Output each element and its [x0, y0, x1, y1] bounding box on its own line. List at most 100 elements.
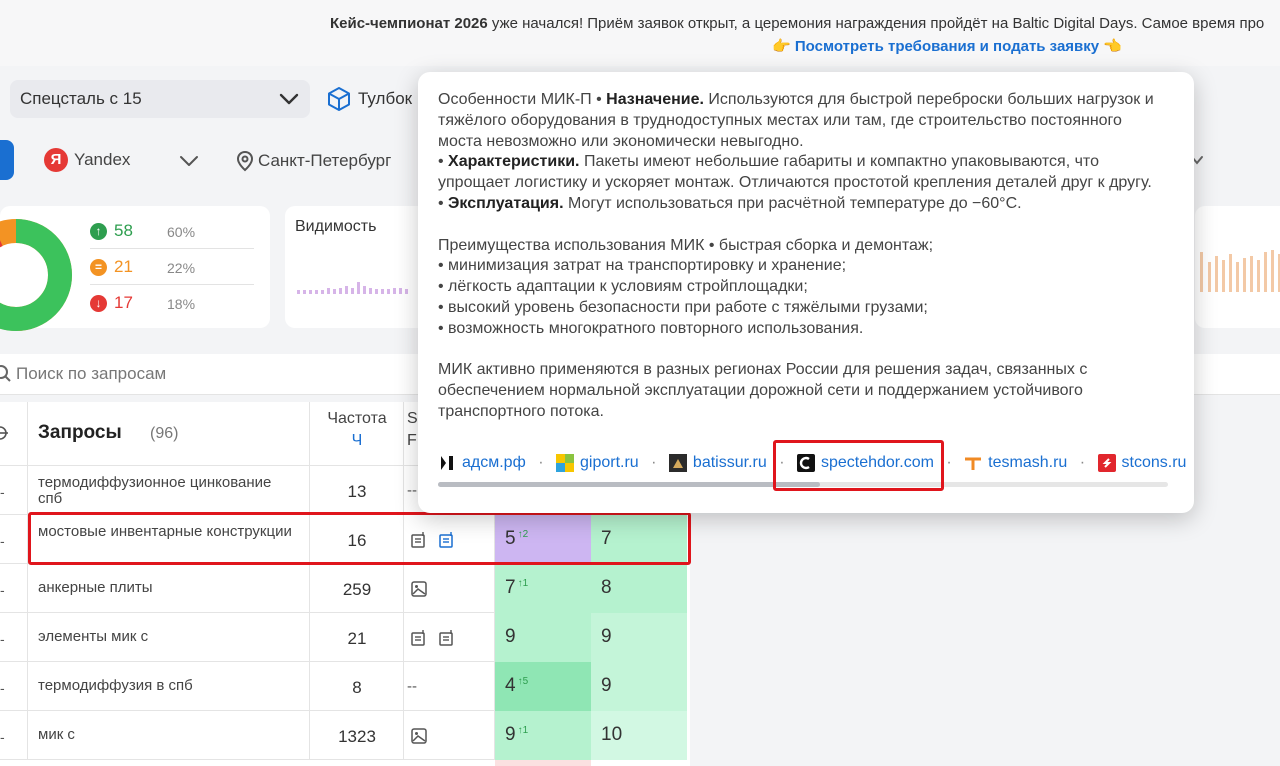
announcement-banner: Кейс-чемпионат 2026 уже начался! Приём з…	[0, 0, 1280, 66]
frequency-value: 13	[347, 482, 367, 501]
banner-apply-link[interactable]: Посмотреть требования и подать заявку	[795, 38, 1099, 55]
down-count: 17	[114, 293, 133, 312]
rank-cell-previous[interactable]: 10	[591, 711, 687, 760]
serp-features-header: SF	[407, 408, 418, 452]
row-toggle-icon: -	[0, 631, 5, 647]
rank-cell-current[interactable]: 9 ↑1	[495, 711, 591, 760]
chevron-down-icon[interactable]	[178, 152, 200, 170]
rank-position: 7	[505, 577, 516, 598]
source-link[interactable]: stcons.ru	[1097, 454, 1186, 472]
text-span: Особенности МИК-П •	[438, 91, 607, 108]
rank-delta: ↑5	[517, 675, 529, 687]
frequency-value: 259	[342, 580, 372, 599]
source-link[interactable]: адсм.рф	[438, 454, 526, 472]
table-row-query[interactable]: элементы мик с	[28, 613, 310, 662]
source-separator: ·	[651, 454, 657, 472]
dynamics-card[interactable]	[1195, 206, 1280, 328]
header-select-cell[interactable]	[0, 402, 28, 466]
positions-summary-card: ↑ 58 60% = 21 22% ↓ 17 18%	[0, 206, 270, 331]
sitelinks-icon[interactable]	[410, 629, 428, 647]
rank-delta: ↑1	[517, 724, 529, 736]
banner-text: Кейс-чемпионат 2026 уже начался! Приём з…	[330, 15, 1264, 32]
source-link[interactable]: giport.ru	[555, 454, 639, 472]
table-row-query[interactable]: мик с	[28, 711, 310, 760]
frequency-cell: 259	[310, 564, 404, 613]
serp-features-cell	[404, 564, 495, 613]
row-select-cell[interactable]: -	[0, 662, 28, 711]
rank-position: 9	[505, 626, 516, 647]
row-toggle-icon: -	[0, 729, 5, 745]
advantage-item: • возможность многократного повторного и…	[438, 319, 864, 337]
frequency-sub-label[interactable]: Ч	[310, 430, 404, 452]
frequency-value: 8	[352, 678, 362, 697]
row-select-cell[interactable]: -	[0, 613, 28, 662]
search-engine-select[interactable]: Я Yandex	[44, 148, 130, 172]
toolbox-label: Тулбок	[358, 89, 413, 108]
query-text: термодиффузия в спб	[38, 677, 193, 694]
active-tab-indicator[interactable]	[0, 140, 14, 180]
frequency-cell: 13	[310, 466, 404, 515]
serp-features-cell: --	[404, 662, 495, 711]
positions-same-row: = 21 22%	[90, 252, 254, 285]
advantage-item: Преимущества использования МИК • быстрая…	[438, 236, 934, 254]
scrollbar-thumb[interactable]	[438, 482, 820, 487]
rank-position: 9	[505, 724, 516, 745]
project-select[interactable]: Спецсталь с 15	[10, 80, 310, 118]
query-text: элементы мик с	[38, 628, 149, 645]
toolbox-link[interactable]: Тулбок	[326, 86, 412, 112]
row-select-cell[interactable]: -	[0, 711, 28, 760]
rank-cell-current[interactable]: 4 ↑5	[495, 662, 591, 711]
image-icon[interactable]	[410, 727, 428, 745]
rank-cell-previous[interactable]: 9	[591, 613, 687, 662]
table-row-query[interactable]: термодиффузия в спб	[28, 662, 310, 711]
tesmash-logo-icon	[965, 457, 982, 470]
frequency-value: 21	[347, 629, 367, 648]
row-toggle-icon: -	[0, 533, 5, 549]
row-select-cell[interactable]: -	[0, 466, 28, 515]
pointing-right-emoji: 👉	[772, 38, 795, 55]
rank-cell-current[interactable]: 9	[495, 613, 591, 662]
source-separator: ·	[538, 454, 544, 472]
features-empty: --	[407, 482, 417, 499]
region-select[interactable]: Санкт-Петербург	[236, 150, 391, 172]
header-queries-cell[interactable]: Запросы (96)	[28, 402, 310, 466]
source-separator: ·	[1079, 454, 1086, 472]
yandex-logo-icon: Я	[44, 148, 68, 172]
rank-cell-previous[interactable]: 9	[591, 662, 687, 711]
frequency-header: Частота Ч	[310, 408, 404, 452]
rank-value: 7 ↑1	[505, 577, 528, 599]
popover-paragraph-summary: МИК активно применяются в разных региона…	[438, 361, 1088, 420]
rank-position: 9	[601, 675, 612, 696]
rank-cell-previous[interactable]: 8	[591, 564, 687, 613]
query-text: анкерные плиты	[38, 579, 153, 596]
table-row-query[interactable]: термодиффузионное цинкование спб	[28, 466, 310, 515]
positions-up-row: ↑ 58 60%	[90, 216, 254, 249]
sitelinks-icon[interactable]	[438, 629, 456, 647]
banner-link-line[interactable]: 👉 Посмотреть требования и подать заявку …	[772, 37, 1122, 55]
serp-header-line2: F	[407, 432, 417, 449]
row-select-cell[interactable]: -	[0, 515, 28, 564]
source-label: tesmash.ru	[988, 454, 1068, 471]
rank-cell-current[interactable]: 7 ↑1	[495, 564, 591, 613]
source-link[interactable]: tesmash.ru	[964, 454, 1067, 472]
source-link[interactable]: batissur.ru	[668, 454, 767, 472]
row-select-cell[interactable]: -	[0, 564, 28, 613]
text-span: •	[438, 153, 449, 171]
banner-text-bold: Кейс-чемпионат 2026	[330, 15, 488, 32]
query-search-input[interactable]	[14, 360, 418, 388]
header-frequency-cell[interactable]: Частота Ч	[310, 402, 404, 466]
serp-features-cell	[404, 613, 495, 662]
popover-paragraph-usage: • Эксплуатация. Могут использоваться при…	[438, 194, 1158, 215]
text-bold: Характеристики.	[448, 153, 580, 171]
features-empty: --	[407, 678, 417, 695]
advantage-item: • высокий уровень безопасности при работ…	[438, 298, 928, 316]
search-icon	[0, 365, 11, 382]
up-percent: 60%	[167, 224, 196, 240]
frequency-cell: 1323	[310, 711, 404, 760]
pointing-left-emoji: 👈	[1099, 38, 1122, 55]
arrow-up-icon: ↑	[90, 223, 107, 240]
image-icon[interactable]	[410, 580, 428, 598]
text-bold: Эксплуатация.	[448, 194, 564, 212]
row-toggle-icon: -	[0, 582, 5, 598]
table-row-query[interactable]: анкерные плиты	[28, 564, 310, 613]
